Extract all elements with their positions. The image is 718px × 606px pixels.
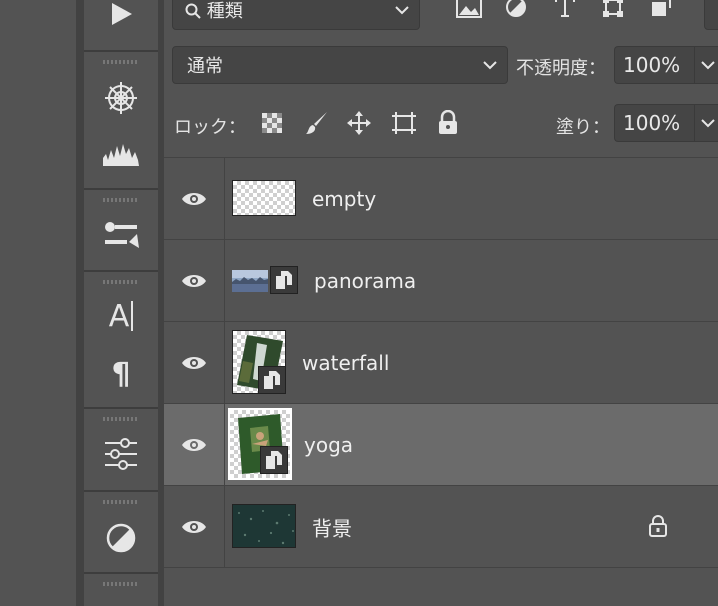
- toolbar-separator: [84, 188, 158, 190]
- eye-icon: [182, 192, 206, 205]
- text-cursor: [131, 301, 134, 331]
- smart-object-icon: [266, 451, 282, 469]
- smart-object-filter-icon[interactable]: [650, 0, 672, 18]
- histogram-icon[interactable]: [96, 134, 146, 174]
- layers-list: empty panorama waterfall yoga 背景: [164, 157, 718, 567]
- fill-slider-button[interactable]: [694, 104, 718, 142]
- toolbar-grip[interactable]: [103, 280, 139, 284]
- type-filter-icon[interactable]: [554, 0, 576, 18]
- toolbar-grip[interactable]: [103, 417, 139, 421]
- toolbar-separator: [84, 572, 158, 574]
- layers-list-empty-area: [164, 567, 718, 606]
- blend-mode-dropdown[interactable]: 通常: [172, 46, 508, 84]
- layer-row-empty[interactable]: empty: [164, 157, 718, 239]
- kind-filter-dropdown[interactable]: 種類: [172, 0, 420, 30]
- smart-object-icon: [276, 271, 292, 289]
- visibility-toggle[interactable]: [164, 486, 225, 567]
- play-icon[interactable]: [96, 0, 146, 34]
- opacity-slider-button[interactable]: [694, 46, 718, 84]
- eye-icon: [182, 356, 206, 369]
- visibility-toggle[interactable]: [164, 158, 225, 239]
- toolbar-grip[interactable]: [103, 198, 139, 202]
- layer-thumbnail: [232, 504, 296, 548]
- layer-name[interactable]: empty: [312, 187, 376, 211]
- character-icon[interactable]: A: [96, 296, 146, 336]
- paragraph-icon[interactable]: ¶: [96, 354, 146, 394]
- visibility-toggle[interactable]: [164, 322, 225, 403]
- visibility-toggle[interactable]: [164, 404, 225, 485]
- layer-name[interactable]: 背景: [312, 512, 352, 541]
- filter-toggle[interactable]: [704, 0, 718, 30]
- smart-object-icon: [264, 371, 280, 389]
- adjustments-icon[interactable]: [96, 434, 146, 474]
- chevron-down-icon: [395, 6, 409, 15]
- fill-field[interactable]: 100%: [614, 104, 694, 142]
- opacity-value: 100%: [623, 53, 681, 77]
- layer-row-yoga[interactable]: yoga: [164, 403, 718, 485]
- smart-object-badge: [258, 366, 286, 394]
- blend-mode-value: 通常: [187, 56, 223, 77]
- smart-object-badge: [270, 266, 298, 294]
- eye-icon: [182, 438, 206, 451]
- shape-filter-icon[interactable]: [602, 0, 624, 18]
- eye-icon: [182, 274, 206, 287]
- chevron-down-icon: [483, 61, 497, 70]
- layer-name[interactable]: panorama: [314, 269, 416, 293]
- canvas-edge: [0, 0, 76, 606]
- kind-filter-label: 種類: [206, 1, 243, 22]
- lock-all-icon[interactable]: [437, 110, 459, 136]
- visibility-toggle[interactable]: [164, 240, 225, 321]
- brush-settings-icon[interactable]: [96, 78, 146, 118]
- chevron-down-icon: [701, 61, 715, 70]
- toolbar-grip[interactable]: [103, 500, 139, 504]
- tool-presets-icon[interactable]: [96, 216, 146, 256]
- lock-image-icon[interactable]: [304, 110, 330, 136]
- chevron-down-icon: [701, 119, 715, 128]
- fill-label: 塗り：: [556, 117, 610, 138]
- toolbar-separator: [84, 407, 158, 409]
- fill-value: 100%: [623, 111, 681, 135]
- lock-position-icon[interactable]: [346, 110, 372, 136]
- opacity-field[interactable]: 100%: [614, 46, 694, 84]
- layer-row-background[interactable]: 背景: [164, 485, 718, 567]
- eye-icon: [182, 520, 206, 533]
- smart-object-badge: [260, 446, 288, 474]
- layer-name[interactable]: waterfall: [302, 351, 389, 375]
- toolbar-separator: [84, 270, 158, 272]
- toolbar-grip[interactable]: [103, 582, 139, 586]
- adjustment-circle-icon[interactable]: [96, 518, 146, 558]
- lock-transparent-icon[interactable]: [261, 112, 283, 134]
- layer-row-panorama[interactable]: panorama: [164, 239, 718, 321]
- toolbar-separator: [84, 490, 158, 492]
- toolbar-separator: [84, 50, 158, 52]
- layer-thumbnail: [232, 180, 296, 216]
- image-filter-icon[interactable]: [456, 0, 482, 18]
- lock-label: ロック：: [174, 117, 246, 138]
- adjustment-filter-icon[interactable]: [505, 0, 527, 18]
- lock-artboard-icon[interactable]: [390, 110, 418, 136]
- toolbar-grip[interactable]: [103, 60, 139, 64]
- panel-divider: [76, 0, 84, 606]
- search-icon: [185, 3, 201, 19]
- layer-thumbnail: [232, 270, 268, 292]
- layer-row-waterfall[interactable]: waterfall: [164, 321, 718, 403]
- character-glyph: A: [108, 298, 130, 334]
- layer-lock-icon: [649, 515, 667, 537]
- opacity-label: 不透明度：: [516, 58, 606, 79]
- paragraph-glyph: ¶: [111, 356, 131, 392]
- layer-name[interactable]: yoga: [304, 433, 353, 457]
